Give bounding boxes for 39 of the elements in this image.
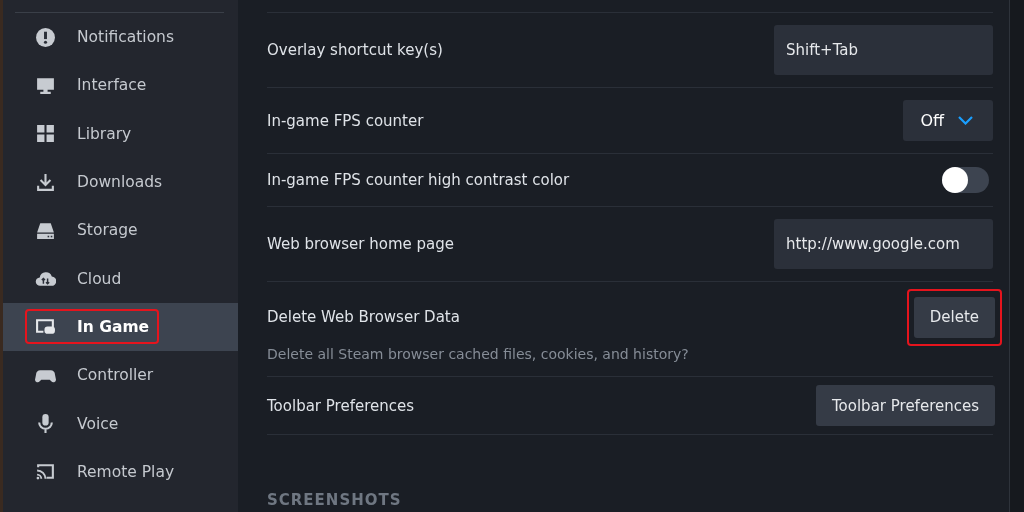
- sidebar-item-label[interactable]: Controller: [77, 366, 154, 385]
- toggle-switch[interactable]: [942, 167, 989, 193]
- dropdown[interactable]: Off: [903, 100, 993, 141]
- sidebar-item-label[interactable]: Interface: [77, 76, 147, 95]
- setting-label: Delete Web Browser Data: [267, 308, 460, 326]
- sidebar-item-label[interactable]: Notifications: [77, 28, 174, 47]
- chevron-down-icon: [958, 116, 973, 125]
- setting-description: Delete all Steam browser cached files, cookies, and history?: [267, 346, 690, 362]
- sidebar-item[interactable]: In Game: [3, 302, 238, 352]
- text-field[interactable]: http://www.google.com: [774, 219, 993, 269]
- sidebar-item[interactable]: Storage: [3, 206, 238, 255]
- setting-label: In-game FPS counter high contrast color: [267, 171, 570, 189]
- action-button[interactable]: Delete: [913, 296, 995, 338]
- setting-label: Web browser home page: [267, 235, 454, 253]
- sidebar-item-label[interactable]: Library: [77, 124, 132, 143]
- sidebar-item-label[interactable]: In Game: [77, 317, 150, 336]
- sidebar-item[interactable]: Remote Play: [3, 447, 238, 496]
- section-heading: SCREENSHOTS: [267, 491, 403, 509]
- sidebar-item-label[interactable]: Downloads: [77, 173, 163, 192]
- sidebar-item[interactable]: Interface: [3, 61, 238, 110]
- setting-label: Toolbar Preferences: [267, 396, 414, 415]
- sidebar-item[interactable]: Cloud: [3, 254, 238, 303]
- sidebar-item-label[interactable]: Voice: [77, 414, 119, 433]
- sidebar-item[interactable]: Downloads: [3, 157, 238, 207]
- sidebar-item[interactable]: Voice: [3, 399, 238, 448]
- alert-icon: [35, 26, 56, 48]
- sidebar-item-label[interactable]: Remote Play: [77, 462, 175, 481]
- sidebar-item[interactable]: Library: [3, 109, 238, 158]
- sidebar-item[interactable]: Notifications: [3, 13, 238, 62]
- sidebar-item-label[interactable]: Storage: [77, 221, 138, 240]
- action-button[interactable]: Toolbar Preferences: [816, 385, 995, 426]
- text-field[interactable]: Shift+Tab: [774, 25, 993, 75]
- sidebar-item[interactable]: Controller: [3, 351, 238, 400]
- setting-label: In-game FPS counter: [267, 111, 424, 130]
- grid-icon: [35, 123, 56, 145]
- microphone-icon: [35, 413, 56, 434]
- setting-label: Overlay shortcut key(s): [267, 41, 443, 59]
- download-icon: [35, 171, 56, 193]
- sidebar-item-label[interactable]: Cloud: [77, 269, 122, 288]
